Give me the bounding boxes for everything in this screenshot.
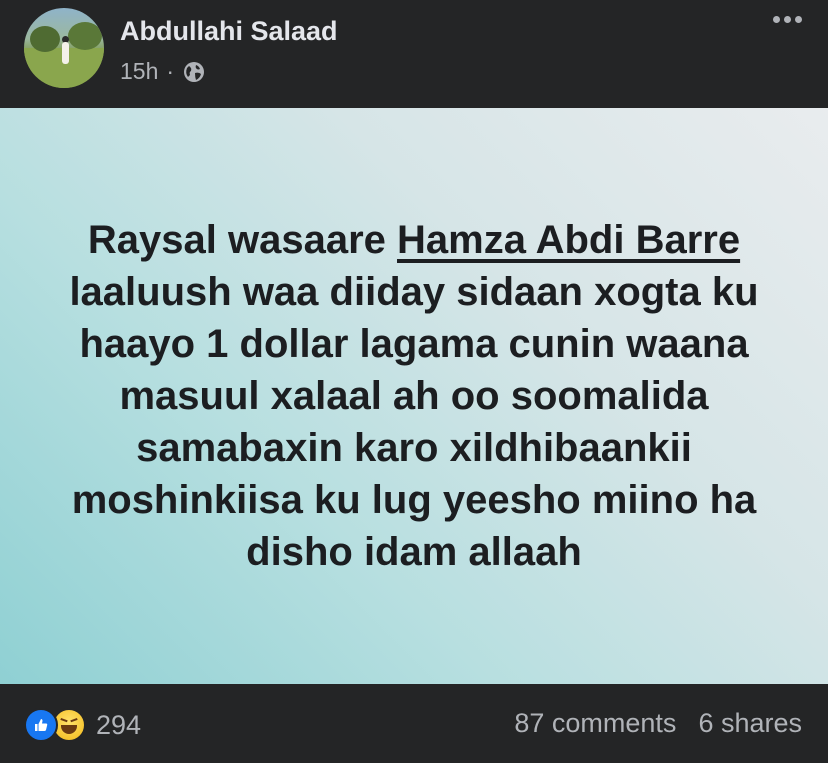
post-meta: 15h · bbox=[120, 58, 206, 85]
post-header: Abdullahi Salaad 15h · bbox=[0, 0, 828, 108]
more-dot-2 bbox=[784, 16, 791, 23]
more-options-button[interactable] bbox=[773, 16, 802, 23]
post-time[interactable]: 15h bbox=[120, 58, 158, 85]
post-footer: 294 87 comments 6 shares bbox=[0, 684, 828, 763]
mention-link[interactable]: Hamza Abdi Barre bbox=[397, 218, 740, 262]
reaction-count[interactable]: 294 bbox=[96, 710, 141, 741]
shares-count[interactable]: 6 shares bbox=[698, 708, 802, 739]
globe-icon[interactable] bbox=[182, 60, 206, 84]
avatar[interactable] bbox=[24, 8, 104, 88]
author-name[interactable]: Abdullahi Salaad bbox=[120, 16, 338, 47]
more-dot-3 bbox=[795, 16, 802, 23]
reactions-summary[interactable]: 294 bbox=[24, 708, 141, 742]
post-text: Raysal wasaare Hamza Abdi Barre laaluush… bbox=[40, 214, 788, 578]
comments-count[interactable]: 87 comments bbox=[514, 708, 676, 739]
meta-separator: · bbox=[166, 58, 175, 84]
more-dot-1 bbox=[773, 16, 780, 23]
post-text-after: laaluush waa diiday sidaan xogta ku haay… bbox=[69, 270, 759, 574]
post-background: Raysal wasaare Hamza Abdi Barre laaluush… bbox=[0, 108, 828, 684]
post-text-before: Raysal wasaare bbox=[87, 218, 398, 262]
like-icon bbox=[24, 708, 58, 742]
engagement-stats: 87 comments 6 shares bbox=[514, 708, 802, 739]
